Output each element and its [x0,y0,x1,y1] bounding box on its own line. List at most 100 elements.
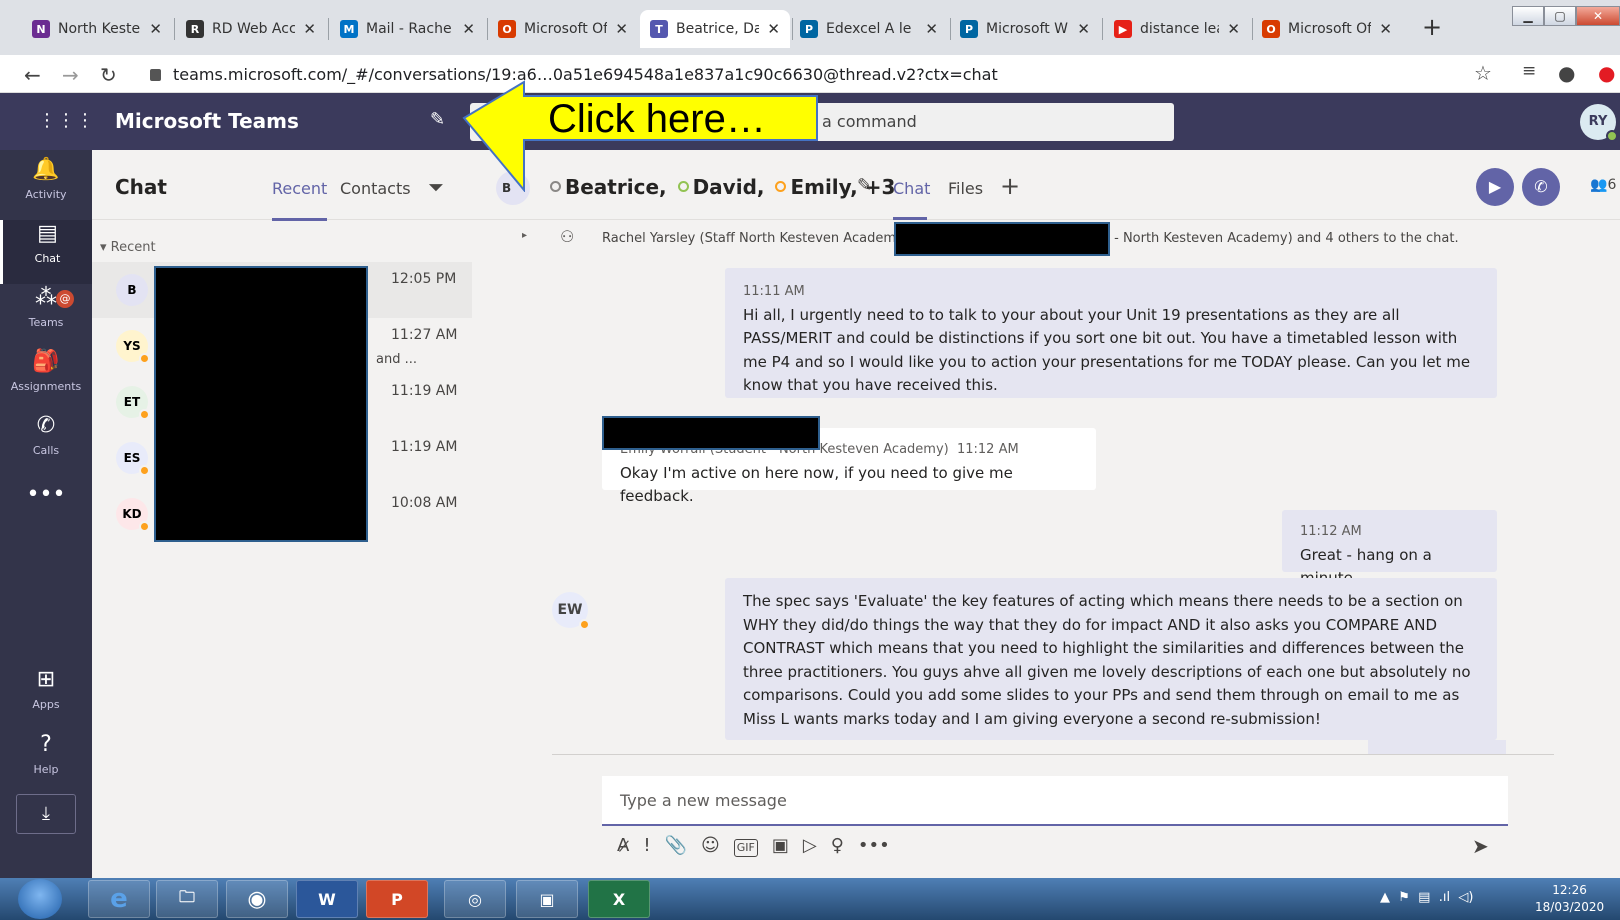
chat-avatar: KD [116,498,150,532]
file-explorer-icon[interactable]: 🗀 [156,880,218,918]
app-launcher-icon[interactable]: ⋮⋮⋮ [38,110,94,134]
rail-item-activity[interactable]: 🔔 Activity [0,156,92,220]
forward-icon[interactable]: → [62,63,79,87]
rename-pencil-icon[interactable]: ✎ [857,175,872,196]
participant-count: 6 [1607,177,1617,193]
tab-chat[interactable]: Chat [893,179,930,198]
tab-close-icon[interactable]: ✕ [1227,20,1240,38]
download-app-icon[interactable]: ⤓ [16,794,76,834]
recent-section-header[interactable]: ▾ Recent [100,240,156,255]
apps-icon: ⊞ [36,667,56,692]
recent-section-label: Recent [110,240,156,255]
tab-close-icon[interactable]: ✕ [925,20,938,38]
browser-tab[interactable]: ▶ distance lea ✕ [1104,10,1250,48]
tab-close-icon[interactable]: ✕ [462,20,475,38]
chat-list-header: Chat Recent Contacts ⏷ [92,150,472,221]
browser-tab[interactable]: M Mail - Rache ✕ [330,10,485,48]
video-call-icon[interactable]: ▶ [1476,168,1514,206]
new-chat-icon[interactable]: ✎ [430,109,445,130]
user-avatar[interactable]: RY [1580,104,1618,142]
browser-tab[interactable]: R RD Web Acc ✕ [176,10,326,48]
close-window-button[interactable]: ✕ [1576,6,1620,26]
message-bubble: The spec says 'Evaluate' the key feature… [725,578,1497,740]
compose-divider [552,754,1554,755]
tab-label: distance lea [1140,21,1220,37]
rail-item-help[interactable]: ? Help [0,731,92,795]
browser-tab-bar: N North Keste ✕ R RD Web Acc ✕ M Mail - Rache ✕ O… [0,0,1620,55]
gif-icon[interactable]: GIF [733,839,758,857]
rail-item-more[interactable]: ••• [0,481,92,545]
praise-icon[interactable]: ♀ [831,835,844,865]
powerpoint-icon[interactable]: P [366,880,428,918]
expand-caret-icon[interactable]: ▸ [522,230,527,241]
audio-call-icon[interactable]: ✆ [1522,168,1560,206]
tab-close-icon[interactable]: ✕ [303,20,316,38]
emoji-icon[interactable]: ☺ [701,835,720,865]
profile-icon[interactable]: ● [1558,61,1575,85]
message-time: 11:12 AM [1300,524,1362,539]
browser-tab[interactable]: N North Keste ✕ [22,10,172,48]
back-icon[interactable]: ← [24,63,41,87]
browser-tab[interactable]: P Edexcel A le ✕ [790,10,948,48]
new-tab-button[interactable]: + [1417,13,1447,43]
attach-icon[interactable]: 📎 [665,835,687,865]
message-compose-box[interactable]: Type a new message [602,776,1508,826]
rail-item-chat[interactable]: ▤ Chat [0,220,92,284]
sender-avatar[interactable]: EW [552,592,590,630]
tab-close-icon[interactable]: ✕ [615,20,628,38]
start-button[interactable] [18,879,62,919]
chat-time: 11:27 AM [391,327,458,343]
rail-item-assignments[interactable]: 🎒 Assignments [0,348,92,412]
bell-icon: 🔔 [32,157,60,182]
system-tray[interactable]: ▲ ⚑ ▤ .ıl ◁) [1380,890,1473,905]
browser-tab[interactable]: O Microsoft Of ✕ [488,10,638,48]
rail-item-teams[interactable]: ⁂ Teams @ [0,284,92,348]
tab-files[interactable]: Files [948,179,983,198]
chat-avatar-initials: ET [123,395,141,409]
sender-initials: EW [557,602,583,618]
tab-label: Edexcel A le [826,21,912,37]
tab-recent[interactable]: Recent [272,179,327,198]
tab-recent-underline [272,218,327,221]
send-icon[interactable]: ➤ [1472,834,1489,858]
filter-icon[interactable]: ⏷ [428,175,444,199]
reload-icon[interactable]: ↻ [100,63,117,87]
tab-close-icon[interactable]: ✕ [149,20,162,38]
reading-list-icon[interactable]: ≡ [1522,61,1536,81]
tab-favicon-icon: O [1262,20,1280,38]
tab-close-icon[interactable]: ✕ [1077,20,1090,38]
add-tab-icon[interactable]: + [1000,172,1020,200]
tab-close-icon[interactable]: ✕ [1379,20,1392,38]
excel-icon[interactable]: X [588,880,650,918]
browser-tab[interactable]: T Beatrice, Dav ✕ [640,10,790,48]
browser-tab[interactable]: O Microsoft Of ✕ [1252,10,1402,48]
participants-button[interactable]: 👥6 [1590,177,1616,193]
presence-away-icon [139,353,150,364]
meet-now-icon[interactable]: ▷ [803,835,817,865]
message-text: Hi all, I urgently need to to talk to yo… [743,305,1471,395]
sticker-icon[interactable]: ▣ [772,835,789,865]
rail-item-apps[interactable]: ⊞ Apps [0,666,92,730]
tab-contacts[interactable]: Contacts [340,179,411,198]
minimize-button[interactable]: ▁ [1512,6,1544,26]
word-icon[interactable]: W [296,880,358,918]
tab-separator [328,18,329,40]
bookmark-star-icon[interactable]: ☆ [1474,61,1492,85]
rail-item-calls[interactable]: ✆ Calls [0,412,92,476]
app-icon[interactable]: ◎ [444,880,506,918]
priority-icon[interactable]: ! [643,835,650,865]
chrome-icon[interactable]: ◉ [226,880,288,918]
more-options-icon[interactable]: ••• [858,835,890,865]
internet-explorer-icon[interactable]: e [88,880,150,918]
maximize-button[interactable]: ▢ [1544,6,1576,26]
format-icon[interactable]: A̷ [617,835,629,865]
system-clock[interactable]: 12:26 18/03/2020 [1535,882,1604,916]
tab-close-icon[interactable]: ✕ [767,20,780,38]
remote-desktop-icon[interactable]: ▣ [516,880,578,918]
browser-tab[interactable]: P Microsoft W ✕ [950,10,1100,48]
extension-icon[interactable]: ● [1598,61,1615,85]
tab-label: North Keste [58,21,141,37]
chat-time: 11:19 AM [391,439,458,455]
clock-time: 12:26 [1552,883,1587,897]
search-placeholder: a command [822,112,917,131]
